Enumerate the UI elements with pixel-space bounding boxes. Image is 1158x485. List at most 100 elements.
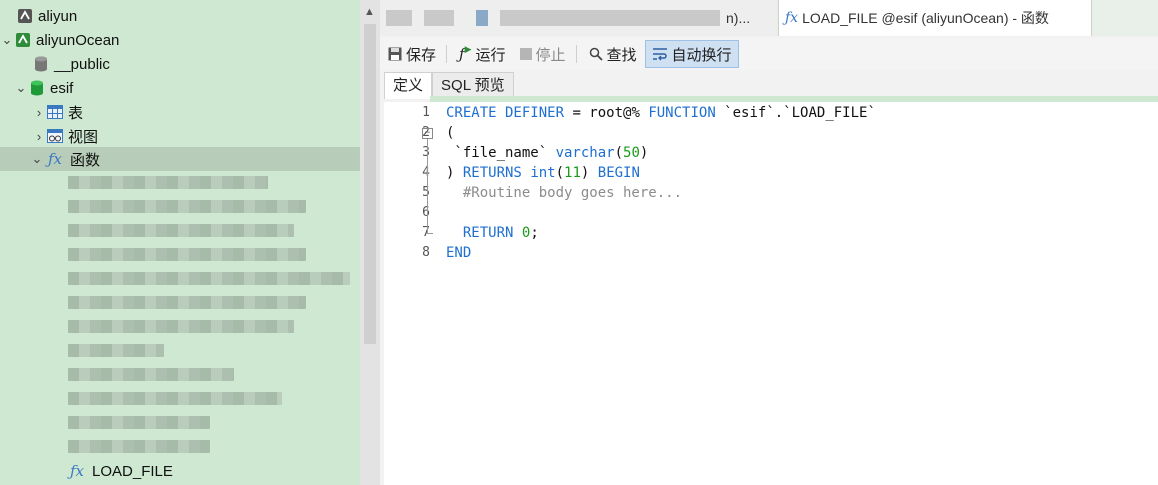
run-button[interactable]: ƒ ▶ 运行 <box>453 41 512 67</box>
tree-item-load-file[interactable]: ƒx LOAD_FILE <box>0 459 360 483</box>
code-text-segment: `esif`.`LOAD_FILE` <box>715 105 876 121</box>
word-wrap-icon <box>652 47 668 61</box>
keyword: RETURN <box>462 225 514 241</box>
tree-item-views[interactable]: › 视图 <box>0 124 360 148</box>
keyword: CREATE DEFINER <box>446 105 565 121</box>
code-text-segment: `file_name` <box>446 145 556 161</box>
chevron-down-icon[interactable]: ⌄ <box>14 80 28 95</box>
tab-sql-preview[interactable]: SQL 预览 <box>432 72 514 99</box>
line-number-gutter: 1 2 3 4 5 6 7 8 <box>384 102 430 485</box>
scroll-up-icon[interactable]: ▲ <box>364 6 375 18</box>
editor-toolbar: 保存 ƒ ▶ 运行 停止 查找 自动换行 <box>380 38 1158 70</box>
sidebar-scrollbar[interactable]: ▲ <box>360 0 380 485</box>
tab-redacted-1[interactable] <box>380 0 468 36</box>
code-line-7: RETURN 0; <box>446 223 539 243</box>
tree-item-functions[interactable]: ⌄ ƒx 函数 <box>0 147 360 171</box>
toolbar-separator <box>446 45 448 63</box>
table-icon <box>46 103 64 121</box>
keyword: RETURNS <box>462 165 522 181</box>
tree-item-public[interactable]: __public <box>0 52 360 76</box>
tree-item-aliyun[interactable]: aliyun <box>0 4 360 28</box>
redacted-item <box>68 320 294 333</box>
keyword: FUNCTION <box>648 105 716 121</box>
line-number: 4 <box>400 165 430 180</box>
redacted-item <box>68 248 306 261</box>
keyword: varchar <box>555 145 615 161</box>
tab-redacted-2[interactable]: n)... <box>470 0 776 36</box>
search-icon <box>589 47 603 61</box>
chevron-down-icon[interactable]: ⌄ <box>30 151 44 166</box>
tree-item-label: LOAD_FILE <box>92 462 173 480</box>
keyword: int <box>530 165 556 181</box>
tab-definition[interactable]: 定义 <box>384 72 433 99</box>
code-line-4: ) RETURNS int(11) BEGIN <box>446 163 640 183</box>
stop-button[interactable]: 停止 <box>514 41 572 67</box>
line-number: 1 <box>422 105 430 120</box>
line-number: 8 <box>422 245 430 260</box>
keyword: END <box>446 245 472 261</box>
save-icon <box>388 47 402 61</box>
tree-item-label: 表 <box>68 104 84 122</box>
redacted-item <box>68 176 268 189</box>
database-active-icon <box>28 79 46 97</box>
redacted-item <box>68 200 306 213</box>
function-icon: ƒx <box>69 462 84 480</box>
tree-item-label: __public <box>54 55 110 73</box>
find-button[interactable]: 查找 <box>583 41 643 67</box>
tree-item-label: 视图 <box>68 128 99 146</box>
chevron-right-icon[interactable]: › <box>32 129 46 144</box>
keyword: BEGIN <box>597 165 640 181</box>
line-number: 6 <box>400 205 430 220</box>
connection-icon <box>16 7 34 25</box>
tree-item-aliyunocean[interactable]: ⌄ aliyunOcean <box>0 28 360 52</box>
view-icon <box>46 127 64 145</box>
redacted-item <box>386 10 412 26</box>
redacted-item <box>500 10 720 26</box>
function-run-icon: ƒ ▶ <box>459 45 472 63</box>
code-editor[interactable]: 1 2 3 4 5 6 7 8 − CREATE DEFINER = root@… <box>384 102 1158 485</box>
code-text-segment: ) <box>639 145 649 161</box>
tab-load-file[interactable]: ƒx LOAD_FILE @esif (aliyunOcean) - 函数 <box>778 0 1092 36</box>
code-text-segment: ) <box>446 165 463 181</box>
chevron-right-icon[interactable]: › <box>32 105 46 120</box>
connection-active-icon <box>14 31 32 49</box>
line-number: 3 <box>400 145 430 160</box>
tree-item-esif[interactable]: ⌄ esif <box>0 76 360 100</box>
tree-item-label: aliyunOcean <box>36 31 120 49</box>
fold-guide-end <box>427 233 433 234</box>
word-wrap-toggle[interactable]: 自动换行 <box>644 40 739 68</box>
run-label: 运行 <box>475 46 506 64</box>
redacted-item <box>68 440 210 453</box>
redacted-item <box>68 296 306 309</box>
comment: #Routine body goes here... <box>446 185 683 201</box>
code-line-2: ( <box>446 123 454 143</box>
find-label: 查找 <box>606 46 637 64</box>
code-text-segment: ( <box>446 125 455 141</box>
code-text-segment: = root@% <box>564 105 649 121</box>
line-number: 5 <box>400 185 430 200</box>
number-literal: 11 <box>564 165 581 181</box>
redacted-item <box>68 392 282 405</box>
code-line-3: `file_name` varchar(50) <box>446 143 648 163</box>
code-line-1: CREATE DEFINER = root@% FUNCTION `esif`.… <box>446 103 876 123</box>
tree-item-label: aliyun <box>38 7 78 25</box>
line-number: 7 <box>400 225 430 240</box>
tree-item-label: 函数 <box>70 151 101 169</box>
editor-subtabs: 定义 SQL 预览 <box>384 72 514 99</box>
stop-label: 停止 <box>535 46 566 64</box>
code-line-5: #Routine body goes here... <box>446 183 682 203</box>
code-text-segment: ) <box>580 165 598 181</box>
redacted-item <box>68 344 164 357</box>
fold-toggle-icon[interactable]: − <box>422 128 433 139</box>
chevron-down-icon[interactable]: ⌄ <box>0 32 14 47</box>
redacted-item <box>68 368 234 381</box>
scrollbar-thumb[interactable] <box>364 24 376 344</box>
code-text-segment <box>513 225 521 241</box>
editor-panel: n)... ƒx LOAD_FILE @esif (aliyunOcean) -… <box>380 0 1158 485</box>
tree-item-tables[interactable]: › 表 <box>0 100 360 124</box>
save-button[interactable]: 保存 <box>382 41 442 67</box>
redacted-item <box>424 10 454 26</box>
tab-label: n)... <box>726 10 751 26</box>
code-text-segment <box>446 225 463 241</box>
code-text-segment: ( <box>614 145 624 161</box>
